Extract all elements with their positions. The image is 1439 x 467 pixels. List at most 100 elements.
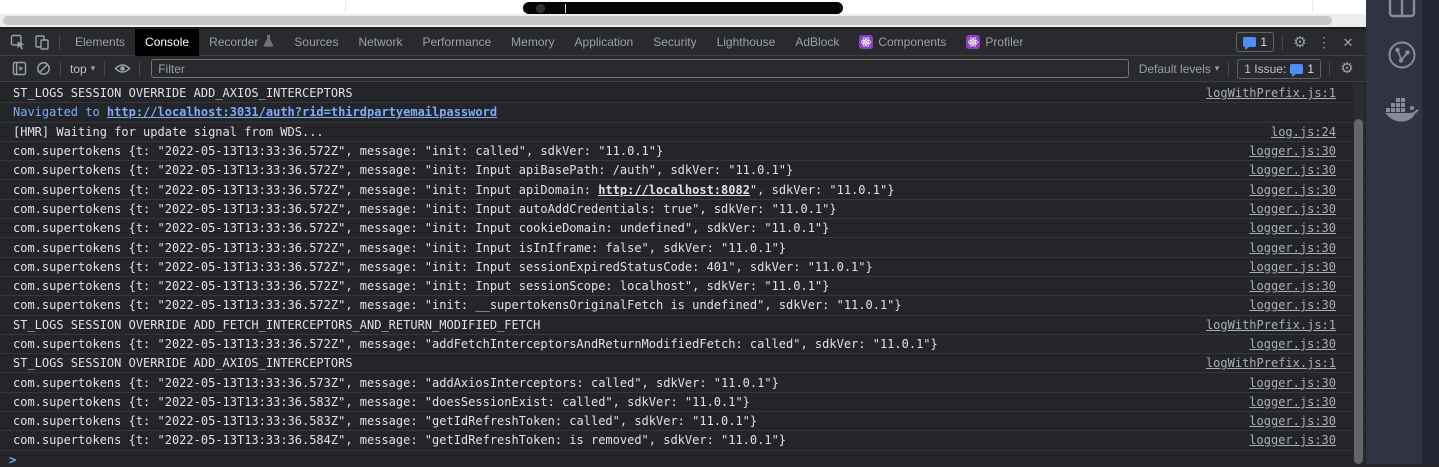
source-location-link[interactable]: logger.js:30: [1235, 260, 1336, 274]
source-location-link[interactable]: log.js:24: [1257, 125, 1336, 139]
log-row: com.supertokens {t: "2022-05-13T13:33:36…: [0, 142, 1366, 161]
tab-label: Profiler: [985, 35, 1023, 49]
kebab-menu-icon[interactable]: ⋮: [1312, 30, 1336, 54]
log-message: com.supertokens {t: "2022-05-13T13:33:36…: [13, 260, 873, 274]
source-location-link[interactable]: logger.js:30: [1235, 337, 1336, 351]
tab-application[interactable]: Application: [565, 29, 644, 56]
close-devtools-icon[interactable]: ✕: [1336, 30, 1360, 54]
tab-console[interactable]: Console: [135, 29, 199, 56]
source-location-link[interactable]: logWithPrefix.js:1: [1192, 318, 1336, 332]
log-message: ST_LOGS SESSION OVERRIDE ADD_AXIOS_INTER…: [13, 356, 353, 370]
log-message: [HMR] Waiting for update signal from WDS…: [13, 125, 324, 139]
source-location-link[interactable]: logger.js:30: [1235, 241, 1336, 255]
commit-graph-icon[interactable]: [1380, 40, 1424, 70]
source-location-link[interactable]: logger.js:30: [1235, 202, 1336, 216]
console-sidebar-toggle-icon[interactable]: [7, 57, 31, 81]
log-text: ST_LOGS SESSION OVERRIDE ADD_AXIOS_INTER…: [13, 356, 353, 370]
issues-counter-button[interactable]: 1: [1236, 32, 1274, 52]
avatar: [536, 4, 545, 13]
log-row: com.supertokens {t: "2022-05-13T13:33:36…: [0, 180, 1366, 199]
context-selector-label: top: [70, 62, 87, 76]
page-content-strip: [0, 0, 1366, 14]
live-expression-eye-icon[interactable]: [110, 57, 134, 81]
source-location-link[interactable]: logger.js:30: [1235, 376, 1336, 390]
tab-components[interactable]: Components: [849, 29, 956, 56]
tab-elements[interactable]: Elements: [65, 29, 135, 56]
split-columns-icon[interactable]: [1380, 0, 1424, 18]
tab-label: Application: [575, 35, 634, 49]
log-levels-dropdown[interactable]: Default levels ▾: [1139, 62, 1220, 76]
settings-gear-icon[interactable]: ⚙: [1288, 30, 1312, 54]
tab-label: Security: [653, 35, 696, 49]
console-settings-gear-icon[interactable]: ⚙: [1335, 57, 1359, 81]
tab-recorder[interactable]: Recorder: [199, 29, 284, 56]
log-text: ST_LOGS SESSION OVERRIDE ADD_AXIOS_INTER…: [13, 86, 353, 100]
source-location-link[interactable]: logger.js:30: [1235, 395, 1336, 409]
horizontal-scrollbar-thumb[interactable]: [3, 16, 1332, 25]
log-text: com.supertokens {t: "2022-05-13T13:33:36…: [13, 202, 837, 216]
log-row: Navigated to http://localhost:3031/auth?…: [0, 103, 1366, 122]
log-row: com.supertokens {t: "2022-05-13T13:33:36…: [0, 258, 1366, 277]
flask-icon: [263, 34, 274, 50]
tab-lighthouse[interactable]: Lighthouse: [707, 29, 786, 56]
console-issues-button[interactable]: 1 Issue: 1: [1237, 59, 1321, 79]
tab-performance[interactable]: Performance: [412, 29, 501, 56]
text-caret: [565, 4, 566, 13]
black-search-pill[interactable]: [523, 2, 843, 14]
console-toolbar: top ▾ Default levels ▾ 1 Issue: 1 ⚙: [0, 56, 1366, 82]
horizontal-scrollbar[interactable]: [0, 14, 1366, 27]
log-url-link[interactable]: http://localhost:8082: [598, 183, 750, 197]
log-message: com.supertokens {t: "2022-05-13T13:33:36…: [13, 163, 793, 177]
source-location-link[interactable]: logger.js:30: [1235, 414, 1336, 428]
log-row: com.supertokens {t: "2022-05-13T13:33:36…: [0, 161, 1366, 180]
source-location-link[interactable]: logWithPrefix.js:1: [1192, 356, 1336, 370]
divider: [139, 61, 140, 76]
filter-input[interactable]: [151, 59, 1128, 78]
device-toolbar-icon[interactable]: [30, 30, 54, 54]
tab-label: Lighthouse: [717, 35, 776, 49]
console-log-list: ST_LOGS SESSION OVERRIDE ADD_AXIOS_INTER…: [0, 84, 1366, 452]
docker-icon[interactable]: [1380, 96, 1424, 122]
log-message: com.supertokens {t: "2022-05-13T13:33:36…: [13, 202, 837, 216]
source-location-link[interactable]: logger.js:30: [1235, 298, 1336, 312]
chevron-down-icon: ▾: [91, 63, 96, 74]
log-text: ", sdkVer: "11.0.1"}: [750, 183, 895, 197]
tab-label: Network: [358, 35, 402, 49]
log-message: com.supertokens {t: "2022-05-13T13:33:36…: [13, 298, 902, 312]
tab-network[interactable]: Network: [348, 29, 412, 56]
source-location-link[interactable]: logWithPrefix.js:1: [1192, 86, 1336, 100]
log-text: com.supertokens {t: "2022-05-13T13:33:36…: [13, 433, 786, 447]
tab-adblock[interactable]: AdBlock: [785, 29, 849, 56]
log-message: com.supertokens {t: "2022-05-13T13:33:36…: [13, 221, 829, 235]
log-text: com.supertokens {t: "2022-05-13T13:33:36…: [13, 241, 786, 255]
source-location-link[interactable]: logger.js:30: [1235, 221, 1336, 235]
log-message: com.supertokens {t: "2022-05-13T13:33:36…: [13, 183, 894, 197]
vertical-scrollbar-thumb[interactable]: [1354, 119, 1363, 464]
source-location-link[interactable]: logger.js:30: [1235, 279, 1336, 293]
issues-bubble-icon: [1243, 37, 1256, 47]
log-row: com.supertokens {t: "2022-05-13T13:33:36…: [0, 238, 1366, 257]
log-text: com.supertokens {t: "2022-05-13T13:33:36…: [13, 144, 663, 158]
log-text: com.supertokens {t: "2022-05-13T13:33:36…: [13, 221, 829, 235]
issues-count: 1: [1307, 62, 1314, 76]
tab-profiler[interactable]: Profiler: [956, 29, 1033, 56]
tab-memory[interactable]: Memory: [501, 29, 564, 56]
tab-security[interactable]: Security: [643, 29, 706, 56]
source-location-link[interactable]: logger.js:30: [1235, 144, 1336, 158]
issues-count: 1: [1260, 35, 1267, 49]
log-text: com.supertokens {t: "2022-05-13T13:33:36…: [13, 183, 598, 197]
log-row: ST_LOGS SESSION OVERRIDE ADD_AXIOS_INTER…: [0, 84, 1366, 103]
inspect-element-icon[interactable]: [6, 30, 30, 54]
log-message: com.supertokens {t: "2022-05-13T13:33:36…: [13, 337, 938, 351]
source-location-link[interactable]: logger.js:30: [1235, 163, 1336, 177]
source-location-link[interactable]: logger.js:30: [1235, 183, 1336, 197]
context-selector[interactable]: top ▾: [70, 62, 95, 76]
tab-label: AdBlock: [795, 35, 839, 49]
clear-console-icon[interactable]: [31, 57, 55, 81]
tab-sources[interactable]: Sources: [284, 29, 348, 56]
log-message: Navigated to http://localhost:3031/auth?…: [13, 105, 497, 119]
navigated-url-link[interactable]: http://localhost:3031/auth?rid=thirdpart…: [107, 105, 497, 119]
source-location-link[interactable]: logger.js:30: [1235, 433, 1336, 447]
console-prompt[interactable]: >: [0, 453, 1366, 467]
page-divider: [345, 0, 346, 13]
